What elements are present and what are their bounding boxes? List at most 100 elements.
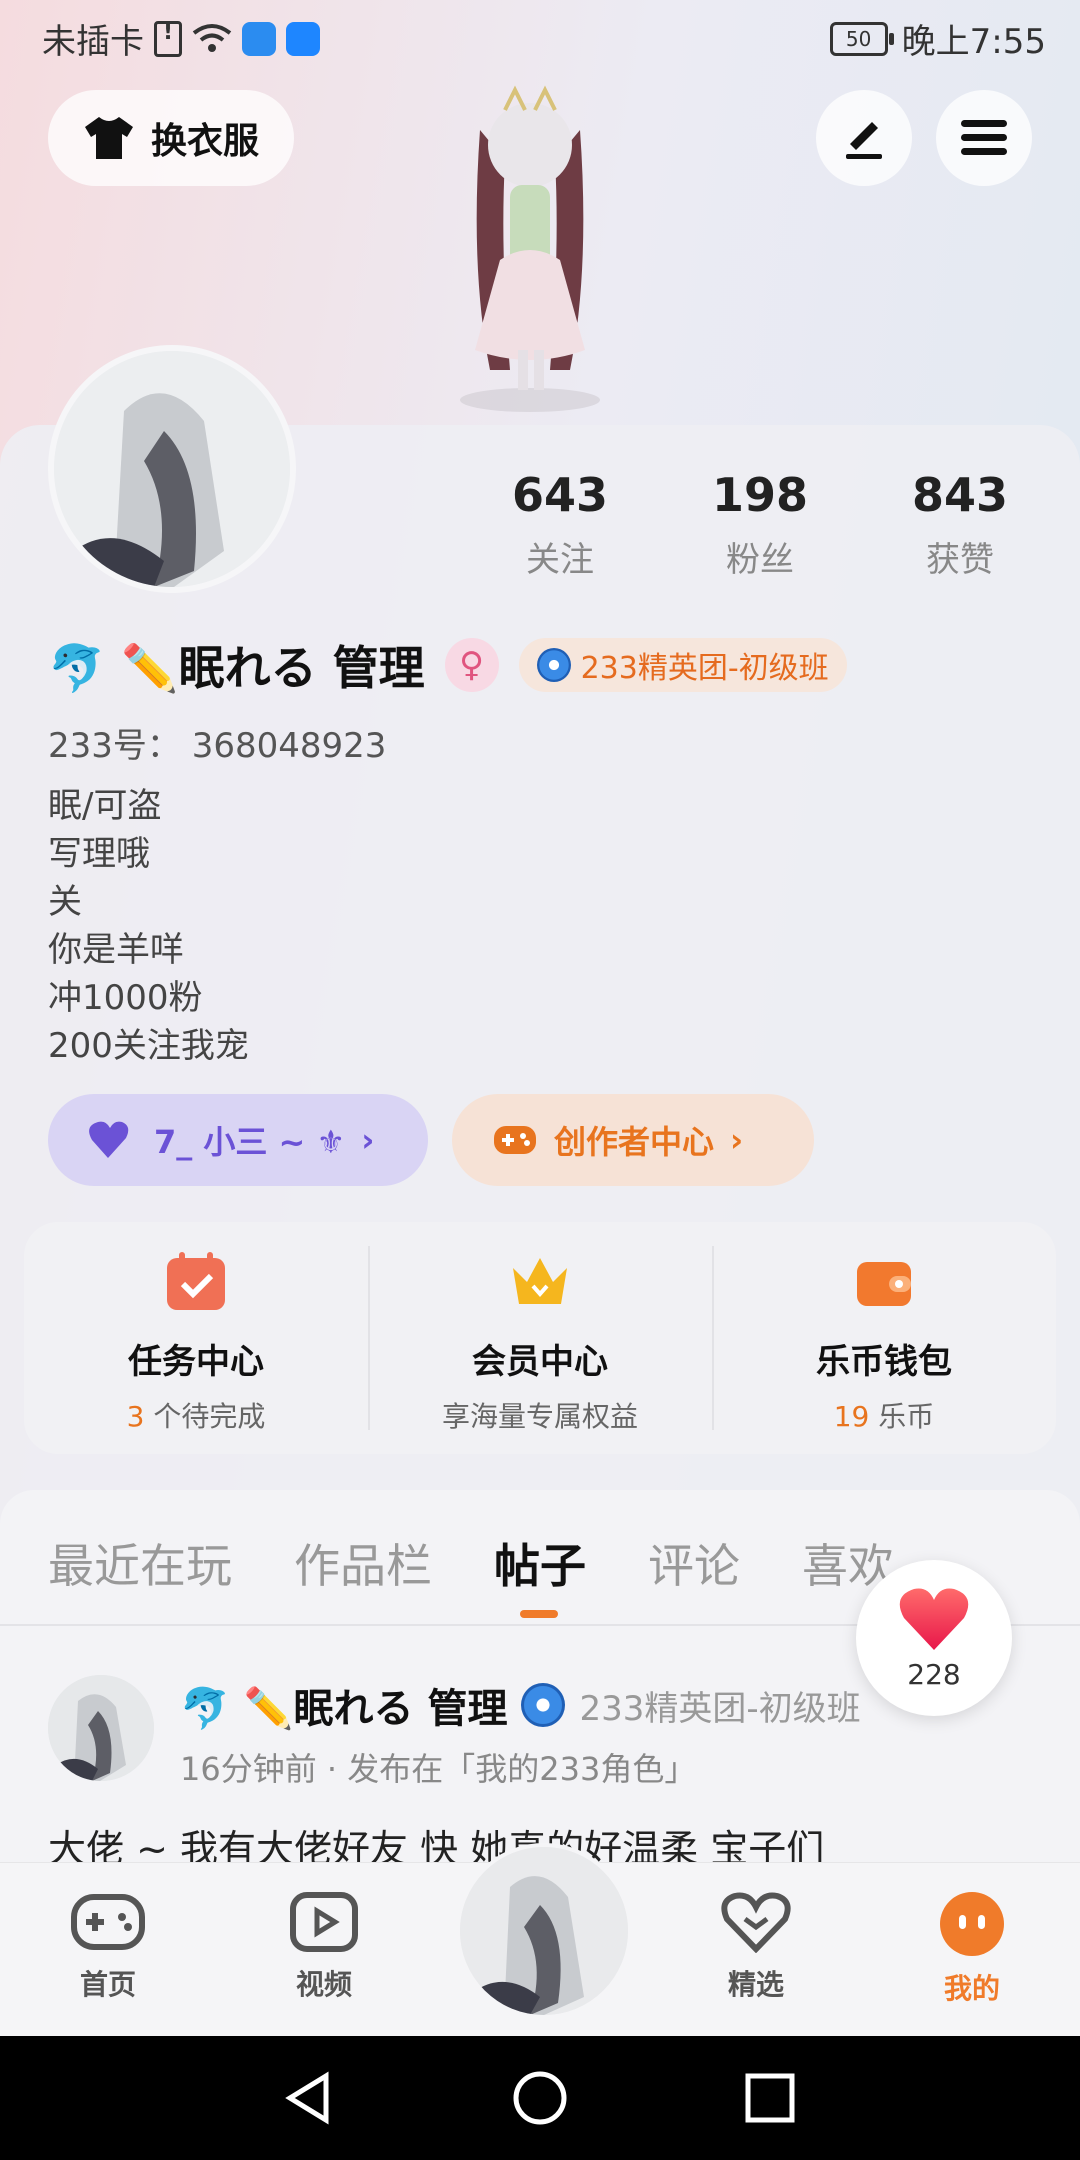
medal-icon [521, 1683, 566, 1727]
vip-center[interactable]: 会员中心 享海量专属权益 [368, 1222, 712, 1454]
post-meta: 16分钟前 · 发布在「我的233角色」 [180, 1750, 697, 1788]
post-author-avatar[interactable] [48, 1675, 154, 1781]
carrier-text: 未插卡 [42, 22, 144, 62]
edit-button[interactable] [816, 90, 912, 186]
creator-center-label: 创作者中心 [554, 1123, 715, 1161]
avatar-image [54, 351, 290, 587]
nav-video[interactable]: 视频 [264, 1891, 384, 2003]
tab-recently-played[interactable]: 最近在玩 [48, 1530, 232, 1596]
medal-icon [536, 648, 571, 682]
bottom-nav: 首页 视频 精选 我的 [0, 1843, 1080, 2037]
change-outfit-label: 换衣服 [150, 121, 259, 162]
title-badge-text: 233精英团-初级班 [580, 651, 829, 686]
message-app-icon [286, 21, 320, 56]
bio: 眠/可盗 写理哦 关 你是羊咩 冲1000粉 200关注我宠 [48, 782, 249, 1070]
character-figure[interactable] [410, 70, 650, 430]
bio-line: 200关注我宠 [48, 1026, 249, 1066]
chevron-right-icon: › [361, 1121, 375, 1159]
post-author-name[interactable]: 🐬 ✏️眠れる 管理 [180, 1676, 507, 1734]
tab-posts[interactable]: 帖子 [494, 1530, 586, 1618]
browser-app-icon [242, 21, 276, 56]
nav-avatar-center[interactable] [456, 1843, 632, 2019]
chevron-right-icon: › [730, 1121, 744, 1159]
stat-followers[interactable]: 198 粉丝 [670, 468, 850, 581]
likes-label: 获赞 [926, 540, 994, 580]
post-author-row: 🐬 ✏️眠れる 管理 233精英团-初级班 [180, 1676, 861, 1734]
bio-line: 眠/可盗 [48, 786, 162, 826]
post-author-badge: 233精英团-初级班 [579, 1688, 861, 1729]
status-left: 未插卡 [42, 14, 320, 63]
wallet-icon [857, 1262, 911, 1306]
status-right: 50 晚上7:55 [829, 14, 1046, 63]
bio-line: 冲1000粉 [48, 978, 203, 1018]
followers-label: 粉丝 [726, 540, 794, 580]
fan-group-label: 7_ 小三 ~ ⚜ [154, 1123, 346, 1161]
task-center-title: 任务中心 [128, 1342, 264, 1382]
gender-female-icon: ♀ [444, 638, 499, 692]
task-center-sub: 3 个待完成 [24, 1395, 368, 1435]
nav-mine[interactable]: 我的 [912, 1891, 1032, 2007]
menu-button[interactable] [936, 90, 1032, 186]
bio-line: 关 [48, 882, 82, 922]
gamepad-icon [71, 1894, 145, 1950]
heart-icon [89, 1121, 129, 1158]
heart-icon [899, 1588, 969, 1650]
tab-works[interactable]: 作品栏 [294, 1530, 432, 1596]
like-button[interactable]: 228 [856, 1560, 1012, 1716]
system-nav-bar [0, 2036, 1080, 2160]
wifi-icon [192, 23, 232, 52]
crown-icon [513, 1258, 567, 1304]
stat-following[interactable]: 643 关注 [470, 468, 650, 581]
gamepad-icon [494, 1126, 536, 1154]
creator-center-button[interactable]: 创作者中心 › [452, 1094, 814, 1186]
menu-icon [961, 120, 1007, 155]
avatar-image [460, 1847, 628, 2015]
clock-text: 晚上7:55 [901, 22, 1046, 62]
calendar-check-icon [167, 1252, 225, 1310]
user-name: 🐬 ✏️眠れる 管理 [48, 641, 425, 695]
nav-video-label: 视频 [295, 1968, 352, 2001]
play-video-icon [290, 1892, 358, 1952]
title-badge[interactable]: 233精英团-初级班 [518, 638, 847, 692]
status-bar: 未插卡 50 晚上7:55 [0, 0, 1080, 72]
task-center[interactable]: 任务中心 3 个待完成 [24, 1222, 368, 1454]
coin-wallet-title: 乐币钱包 [816, 1342, 952, 1382]
tshirt-icon [84, 117, 133, 159]
profile-avatar[interactable] [48, 345, 296, 593]
tab-bar: 最近在玩 作品栏 帖子 评论 喜欢 [48, 1530, 894, 1618]
following-label: 关注 [526, 540, 594, 580]
like-count: 228 [907, 1658, 961, 1691]
tab-comments[interactable]: 评论 [648, 1530, 740, 1596]
bio-line: 写理哦 [48, 834, 150, 874]
task-center-sub-text: 个待完成 [144, 1400, 266, 1433]
fan-group-button[interactable]: 7_ 小三 ~ ⚜ › [48, 1094, 428, 1186]
avatar-image [48, 1675, 154, 1781]
sim-alert-icon [154, 20, 182, 57]
heart-tag-icon [721, 1892, 791, 1954]
profile-face-icon [940, 1892, 1004, 1956]
coin-wallet-sub: 19 乐币 [712, 1395, 1056, 1435]
coin-count: 19 [833, 1400, 870, 1433]
name-row: 🐬 ✏️眠れる 管理 ♀ 233精英团-初级班 [48, 632, 847, 698]
task-count: 3 [126, 1400, 145, 1433]
user-id[interactable]: 233号： 368048923 [48, 718, 386, 767]
nav-featured-label: 精选 [727, 1968, 784, 2001]
coin-wallet-sub-text: 乐币 [869, 1400, 935, 1433]
nav-mine-label: 我的 [943, 1972, 1000, 2005]
following-count: 643 [511, 468, 609, 522]
battery-icon: 50 [829, 21, 894, 56]
bio-line: 你是羊咩 [48, 930, 184, 970]
vip-center-title: 会员中心 [472, 1342, 608, 1382]
recents-icon[interactable] [742, 2070, 798, 2126]
nav-home[interactable]: 首页 [48, 1891, 168, 2003]
profile-stats: 643 关注 198 粉丝 843 获赞 [470, 468, 1050, 581]
change-outfit-button[interactable]: 换衣服 [48, 90, 294, 186]
nav-featured[interactable]: 精选 [696, 1891, 816, 2003]
likes-count: 843 [911, 468, 1009, 522]
back-icon[interactable] [280, 2070, 336, 2126]
vip-center-sub: 享海量专属权益 [441, 1400, 638, 1433]
coin-wallet[interactable]: 乐币钱包 19 乐币 [712, 1222, 1056, 1454]
followers-count: 198 [711, 468, 809, 522]
home-icon[interactable] [512, 2070, 568, 2126]
stat-likes[interactable]: 843 获赞 [870, 468, 1050, 581]
